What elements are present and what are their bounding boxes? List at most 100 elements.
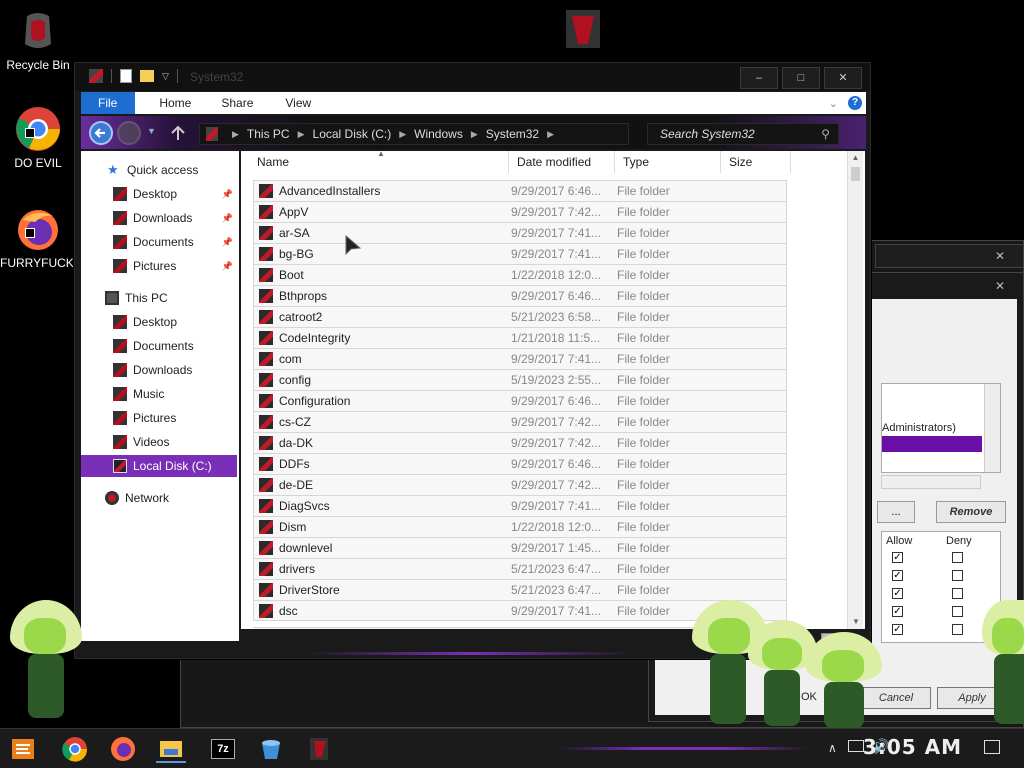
deny-checkbox[interactable] (952, 570, 963, 581)
breadcrumb-windows[interactable]: Windows (414, 127, 463, 141)
close-icon[interactable]: ✕ (995, 249, 1005, 263)
scrollbar-thumb[interactable] (851, 167, 860, 181)
bucket-taskbar-icon[interactable] (256, 735, 286, 763)
tab-view[interactable]: View (267, 92, 325, 114)
file-row[interactable]: CodeIntegrity 1/21/2018 11:5... File folde… (253, 327, 787, 348)
clock[interactable]: 3:05 AM (863, 735, 962, 759)
show-hidden-icons-chevron-icon[interactable]: ∧ (828, 741, 837, 755)
app-taskbar-icon[interactable] (304, 735, 334, 763)
title-bar[interactable]: ▽ System32 – □ ✕ (75, 63, 870, 91)
group-list-hscroll[interactable] (881, 475, 981, 489)
tab-home[interactable]: Home (135, 92, 205, 114)
allow-checkbox[interactable]: ✓ (892, 570, 903, 581)
deny-checkbox[interactable] (952, 552, 963, 563)
search-input[interactable]: Search System32 ⚲ (647, 123, 839, 145)
file-row[interactable]: cs-CZ 9/29/2017 7:42... File folder (253, 411, 787, 432)
file-row[interactable]: drivers 5/21/2023 6:47... File folder (253, 558, 787, 579)
file-explorer-taskbar-icon[interactable] (156, 735, 186, 763)
tab-file[interactable]: File (81, 92, 136, 114)
breadcrumb-system32[interactable]: System32 (486, 127, 539, 141)
nav-pc-downloads[interactable]: Downloads (81, 359, 237, 381)
file-row[interactable]: Bthprops 9/29/2017 6:46... File folder (253, 285, 787, 306)
nav-quick-pictures[interactable]: Pictures 📌 (81, 255, 237, 277)
file-row[interactable]: bg-BG 9/29/2017 7:41... File folder (253, 243, 787, 264)
7zip-taskbar-icon[interactable]: 7z (208, 735, 238, 763)
deny-checkbox[interactable] (952, 606, 963, 617)
chevron-right-icon[interactable]: ▶ (471, 129, 478, 140)
chevron-right-icon[interactable]: ▶ (547, 129, 554, 140)
file-row[interactable]: AppV 9/29/2017 7:42... File folder (253, 201, 787, 222)
file-row[interactable]: ar-SA 9/29/2017 7:41... File folder (253, 222, 787, 243)
nav-quick-desktop[interactable]: Desktop 📌 (81, 183, 237, 205)
file-row[interactable]: downlevel 9/29/2017 1:45... File folder (253, 537, 787, 558)
nav-quick-downloads[interactable]: Downloads 📌 (81, 207, 237, 229)
group-list[interactable]: Administrators) (881, 383, 1001, 473)
column-header-date[interactable]: Date modified (509, 151, 615, 173)
pin-icon[interactable]: 📌 (222, 237, 233, 248)
start-button[interactable] (8, 735, 38, 763)
file-row[interactable]: com 9/29/2017 7:41... File folder (253, 348, 787, 369)
search-icon[interactable]: ⚲ (821, 127, 830, 141)
column-header-type[interactable]: Type (615, 151, 721, 173)
file-row[interactable]: Configuration 9/29/2017 6:46... File folde… (253, 390, 787, 411)
nav-pc-music[interactable]: Music (81, 383, 237, 405)
nav-local-disk[interactable]: Local Disk (C:) (81, 455, 237, 477)
nav-quick-documents[interactable]: Documents 📌 (81, 231, 237, 253)
file-row[interactable]: DriverStore 5/21/2023 6:47... File folder (253, 579, 787, 600)
desktop-icon-recycle-bin[interactable]: Recycle Bin (0, 8, 76, 72)
scroll-down-icon[interactable]: ▼ (848, 615, 864, 629)
desktop-app-icon[interactable] (564, 8, 604, 50)
firefox-taskbar-icon[interactable] (108, 735, 138, 763)
nav-pc-documents[interactable]: Documents (81, 335, 237, 357)
group-list-scrollbar[interactable] (984, 384, 1000, 472)
allow-checkbox[interactable]: ✓ (892, 588, 903, 599)
nav-quick-access[interactable]: ★ Quick access (81, 159, 237, 181)
group-list-item[interactable]: Administrators) (882, 422, 956, 434)
allow-checkbox[interactable]: ✓ (892, 624, 903, 635)
breadcrumb-this-pc[interactable]: This PC (247, 127, 290, 141)
pin-icon[interactable]: 📌 (222, 189, 233, 200)
chevron-right-icon[interactable]: ▶ (298, 129, 305, 140)
chevron-right-icon[interactable]: ▶ (399, 129, 406, 140)
chrome-taskbar-icon[interactable] (60, 735, 90, 763)
scroll-up-icon[interactable]: ▲ (848, 151, 863, 165)
tab-share[interactable]: Share (205, 92, 267, 114)
file-row[interactable]: DDFs 9/29/2017 6:46... File folder (253, 453, 787, 474)
breadcrumb-local-disk[interactable]: Local Disk (C:) (313, 127, 392, 141)
file-row[interactable]: config 5/19/2023 2:55... File folder (253, 369, 787, 390)
pin-icon[interactable]: 📌 (222, 261, 233, 272)
close-icon[interactable]: ✕ (995, 279, 1005, 293)
close-button[interactable]: ✕ (824, 67, 862, 89)
add-button[interactable]: ... (877, 501, 915, 523)
group-list-selected-row[interactable] (882, 436, 982, 452)
minimize-button[interactable]: – (740, 67, 778, 89)
file-list-scrollbar[interactable]: ▲ ▼ (847, 151, 863, 629)
nav-network[interactable]: Network (81, 487, 237, 509)
action-center-icon[interactable] (984, 740, 1000, 754)
nav-pc-videos[interactable]: Videos (81, 431, 237, 453)
nav-pc-desktop[interactable]: Desktop (81, 311, 237, 333)
nav-this-pc[interactable]: This PC (81, 287, 237, 309)
up-button[interactable] (167, 122, 189, 144)
properties-icon[interactable] (120, 69, 132, 83)
file-row[interactable]: AdvancedInstallers 9/29/2017 6:46... File … (253, 180, 787, 201)
desktop-icon-chrome[interactable]: DO EVIL (0, 106, 76, 170)
remove-button[interactable]: Remove (936, 501, 1006, 523)
file-row[interactable]: catroot2 5/21/2023 6:58... File folder (253, 306, 787, 327)
file-row[interactable]: da-DK 9/29/2017 7:42... File folder (253, 432, 787, 453)
forward-button[interactable] (117, 121, 141, 145)
column-header-size[interactable]: Size (721, 151, 791, 173)
network-tray-icon[interactable] (848, 740, 864, 752)
desktop-icon-firefox[interactable]: FURRYFUCK! (0, 206, 77, 270)
customize-toolbar-chevron-icon[interactable]: ▽ (162, 71, 169, 82)
breadcrumb[interactable]: ▶ This PC ▶ Local Disk (C:) ▶ Windows ▶ … (199, 123, 629, 145)
column-header-name[interactable]: Name ▲ (249, 151, 509, 173)
file-row[interactable]: de-DE 9/29/2017 7:42... File folder (253, 474, 787, 495)
new-folder-icon[interactable] (140, 70, 154, 82)
allow-checkbox[interactable]: ✓ (892, 606, 903, 617)
chevron-right-icon[interactable]: ▶ (232, 129, 239, 140)
deny-checkbox[interactable] (952, 588, 963, 599)
file-row[interactable]: Dism 1/22/2018 12:0... File folder (253, 516, 787, 537)
help-icon[interactable]: ? (848, 96, 862, 110)
maximize-button[interactable]: □ (782, 67, 820, 89)
